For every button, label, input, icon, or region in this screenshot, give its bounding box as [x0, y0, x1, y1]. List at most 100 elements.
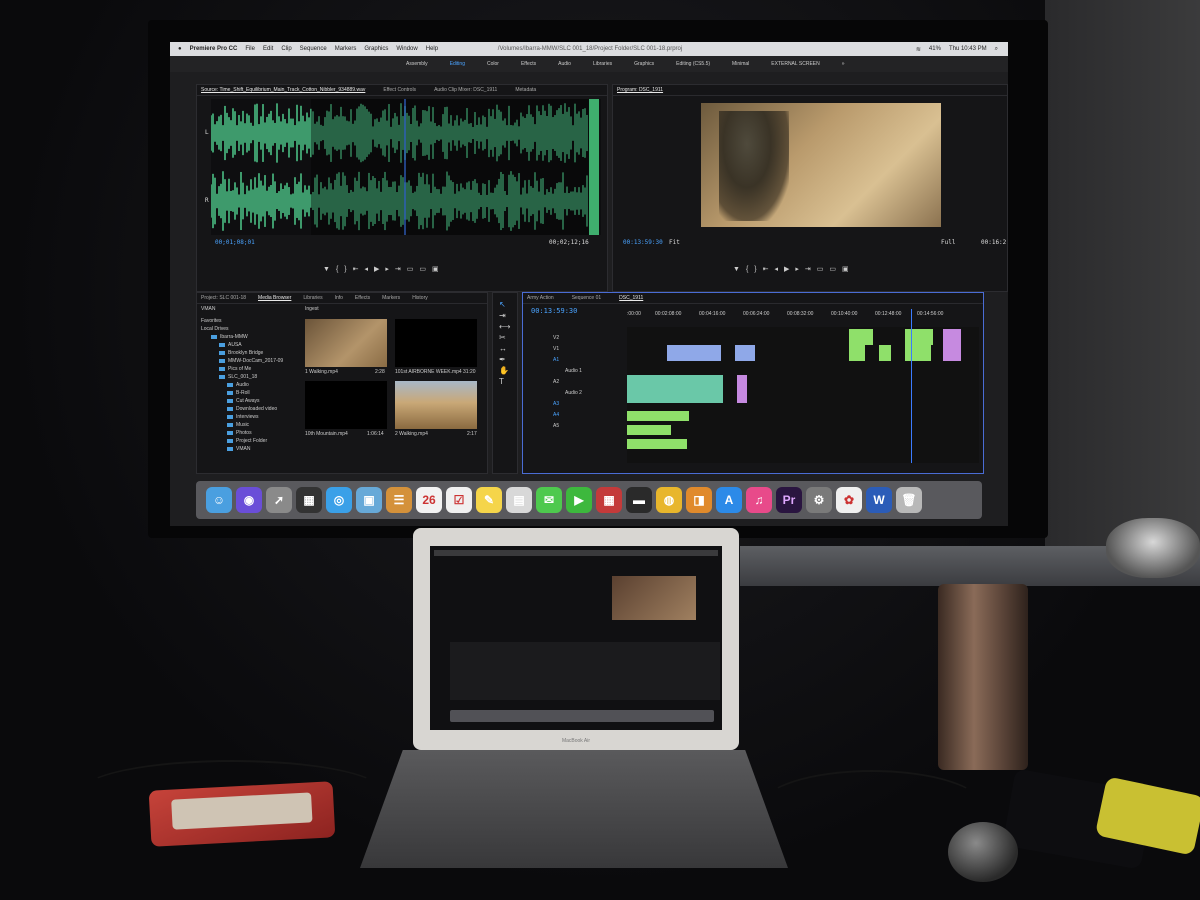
clock[interactable]: Thu 10:43 PM — [949, 46, 987, 53]
audio-clip[interactable] — [627, 439, 687, 449]
video-clip[interactable] — [849, 345, 865, 361]
ibooks-icon[interactable]: ◨ — [686, 487, 712, 513]
tree-item-folder[interactable]: Audio — [201, 381, 301, 389]
tab-metadata[interactable]: Metadata — [515, 87, 536, 93]
menu-edit[interactable]: Edit — [263, 46, 273, 52]
program-timecode[interactable]: 00:13:59:30 — [623, 239, 663, 246]
tab-program[interactable]: Program: DSC_1911 — [617, 87, 663, 93]
messages-icon[interactable]: ✉ — [536, 487, 562, 513]
media-browser-dropdown[interactable]: VMAN — [201, 306, 215, 312]
tab-audio-clip-mixer[interactable]: Audio Clip Mixer: DSC_1911 — [434, 87, 497, 93]
tree-item-folder[interactable]: Pics of Me — [201, 365, 301, 373]
playhead[interactable] — [911, 309, 912, 463]
tree-item-drive[interactable]: Ibarra-MMW — [201, 333, 301, 341]
menu-clip[interactable]: Clip — [281, 46, 291, 52]
tree-item-folder[interactable]: Interviews — [201, 413, 301, 421]
video-clip[interactable] — [905, 329, 933, 345]
selection-tool-icon[interactable]: ↖ — [499, 299, 517, 310]
source-transport-controls[interactable]: ▼{}⇤◂▶▸⇥▭▭▣ — [323, 265, 445, 273]
video-clip[interactable] — [879, 345, 891, 361]
tab-source[interactable]: Source: Time_Shift_Equilibrium_Main_Trac… — [201, 87, 365, 93]
track-a4[interactable]: A4 — [529, 410, 582, 421]
video-clip[interactable] — [667, 345, 721, 361]
track-v2[interactable]: V2 — [529, 333, 582, 344]
menu-file[interactable]: File — [245, 46, 255, 52]
workspace-external[interactable]: EXTERNAL SCREEN — [771, 61, 819, 67]
workspace-effects[interactable]: Effects — [521, 61, 536, 67]
type-tool-icon[interactable]: T — [499, 376, 517, 387]
tree-favorites[interactable]: Favorites — [201, 317, 301, 325]
contacts-icon[interactable]: ☰ — [386, 487, 412, 513]
finder-icon[interactable]: ☺ — [206, 487, 232, 513]
apple-menu-icon[interactable]: ● — [178, 46, 182, 52]
source-tc-in[interactable]: 00;01;08;01 — [215, 239, 255, 246]
audio-clip[interactable] — [737, 375, 747, 403]
system-prefs-icon[interactable]: ⚙ — [806, 487, 832, 513]
calendar-icon[interactable]: 26 — [416, 487, 442, 513]
ingest-checkbox[interactable]: Ingest — [305, 306, 319, 312]
program-video-frame[interactable] — [701, 103, 941, 227]
mission-control-icon[interactable]: ▦ — [296, 487, 322, 513]
tree-item-folder[interactable]: Music — [201, 421, 301, 429]
video-clip[interactable] — [735, 345, 755, 361]
tree-item-folder[interactable]: Photos — [201, 429, 301, 437]
trash-icon[interactable]: 🗑 — [896, 487, 922, 513]
launchpad-icon[interactable]: ➚ — [266, 487, 292, 513]
tab-media-browser[interactable]: Media Browser — [258, 295, 291, 301]
workspace-editing-cs55[interactable]: Editing (CS5.5) — [676, 61, 710, 67]
track-a5[interactable]: A5 — [529, 421, 582, 432]
tab-effect-controls[interactable]: Effect Controls — [383, 87, 416, 93]
tree-item-folder[interactable]: Project Folder — [201, 437, 301, 445]
search-icon[interactable]: ⌕ — [995, 46, 998, 53]
siri-icon[interactable]: ◉ — [236, 487, 262, 513]
track-a2[interactable]: A2 — [529, 377, 582, 388]
audio-waveform[interactable] — [210, 99, 601, 235]
tab-history[interactable]: History — [412, 295, 428, 301]
media-thumbnail[interactable] — [305, 381, 387, 429]
track-a3[interactable]: A3 — [529, 399, 582, 410]
drive-icon[interactable]: ▬ — [626, 487, 652, 513]
workspace-minimal[interactable]: Minimal — [732, 61, 749, 67]
app-store-icon[interactable]: A — [716, 487, 742, 513]
battery-percent[interactable]: 41% — [929, 46, 941, 53]
tree-item-folder[interactable]: B-Roll — [201, 389, 301, 397]
menu-graphics[interactable]: Graphics — [364, 46, 388, 52]
menu-help[interactable]: Help — [426, 46, 438, 52]
media-thumbnail[interactable] — [395, 319, 477, 367]
workspace-editing[interactable]: Editing — [450, 61, 465, 67]
tree-local-drives[interactable]: Local Drives — [201, 325, 301, 333]
tab-sequence-army-action[interactable]: Army Action — [527, 295, 554, 301]
pen-tool-icon[interactable]: ✒ — [499, 354, 517, 365]
menu-markers[interactable]: Markers — [335, 46, 357, 52]
workspace-audio[interactable]: Audio — [558, 61, 571, 67]
tab-libraries[interactable]: Libraries — [303, 295, 322, 301]
itunes-icon[interactable]: ♫ — [746, 487, 772, 513]
tab-sequence-01[interactable]: Sequence 01 — [572, 295, 601, 301]
timeline-tracks-area[interactable] — [627, 309, 979, 463]
video-clip[interactable] — [943, 329, 961, 345]
slip-tool-icon[interactable]: ↔ — [499, 343, 517, 354]
wifi-icon[interactable]: ≋ — [916, 46, 921, 53]
hand-tool-icon[interactable]: ✋ — [499, 365, 517, 376]
word-icon[interactable]: W — [866, 487, 892, 513]
workspace-assembly[interactable]: Assembly — [406, 61, 428, 67]
reminders-icon[interactable]: ☑ — [446, 487, 472, 513]
workspace-libraries[interactable]: Libraries — [593, 61, 612, 67]
razor-tool-icon[interactable]: ✂ — [499, 332, 517, 343]
tab-sequence-dsc1911[interactable]: DSC_1911 — [619, 295, 643, 301]
photo-booth-icon[interactable]: ▤ — [506, 487, 532, 513]
tab-info[interactable]: Info — [335, 295, 343, 301]
tree-item-folder[interactable]: VMAN — [201, 445, 301, 453]
resolution-dropdown[interactable]: Full — [941, 239, 955, 246]
video-clip[interactable] — [905, 345, 931, 361]
media-thumbnail[interactable] — [395, 381, 477, 429]
track-a1[interactable]: A1 — [529, 355, 582, 366]
audio-clip[interactable] — [627, 425, 671, 435]
chrome-icon[interactable]: ◍ — [656, 487, 682, 513]
tab-project[interactable]: Project: SLC 001-18 — [201, 295, 246, 301]
track-select-icon[interactable]: ⇥ — [499, 310, 517, 321]
timeline-timecode[interactable]: 00:13:59:30 — [531, 307, 577, 315]
app-menu[interactable]: Premiere Pro CC — [190, 46, 238, 52]
track-v1[interactable]: V1 — [529, 344, 582, 355]
tree-item-folder[interactable]: MMW-DocCam_2017-09 — [201, 357, 301, 365]
